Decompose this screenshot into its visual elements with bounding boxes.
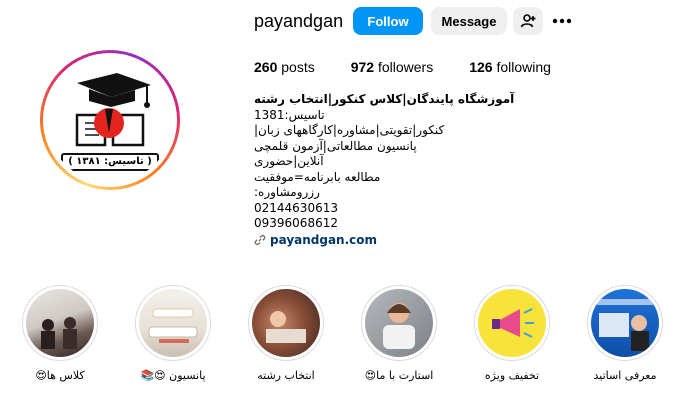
- highlight-cover: [478, 289, 546, 357]
- highlight-ring: [135, 285, 211, 361]
- bio-line: پانسیون مطالعاتی|آزمون قلمچی: [254, 138, 417, 153]
- highlight-label: تخفیف ویژه: [484, 369, 540, 382]
- followers-number: 972: [350, 59, 375, 75]
- posts-count: 260 posts: [254, 59, 315, 75]
- highlight-item[interactable]: تخفیف ویژه: [472, 285, 552, 382]
- student-photo-icon: [383, 303, 415, 349]
- highlight-ring: [587, 285, 663, 361]
- followers-label: followers: [377, 59, 434, 75]
- bio-website-link[interactable]: payandgan.com: [254, 233, 554, 249]
- highlight-label: استارت با ما😍: [364, 369, 434, 382]
- classroom-photo-icon: [41, 317, 77, 349]
- followers-count[interactable]: 972 followers: [351, 59, 434, 75]
- highlight-cover: [365, 289, 433, 357]
- highlight-ring: [22, 285, 98, 361]
- highlight-ring: [361, 285, 437, 361]
- bio-line: رزرومشاوره:: [254, 185, 320, 199]
- message-button[interactable]: Message: [431, 7, 507, 35]
- highlight-label: کلاس ها😍: [35, 369, 85, 382]
- highlight-item[interactable]: استارت با ما😍: [359, 285, 439, 382]
- bio-line: آنلاین|حضوری: [254, 154, 324, 168]
- profile-avatar: ( تاسیس: ۱۳۸۱ ): [47, 57, 173, 183]
- following-count[interactable]: 126 following: [469, 59, 551, 75]
- posts-number: 260: [254, 59, 278, 75]
- profile-avatar-frame: ( تاسیس: ۱۳۸۱ ): [43, 53, 177, 187]
- highlight-ring: [248, 285, 324, 361]
- add-person-icon: [520, 14, 536, 28]
- dorm-photo-icon: [148, 308, 198, 343]
- highlight-label: پانسیون 😍📚: [140, 369, 206, 382]
- highlight-ring: [474, 285, 550, 361]
- highlight-cover: [591, 289, 659, 357]
- suggest-users-button[interactable]: [513, 7, 543, 35]
- highlight-item[interactable]: انتخاب رشته: [246, 285, 326, 382]
- highlight-cover: [139, 289, 207, 357]
- story-highlights: کلاس ها😍 پانسیون 😍📚 انتخاب رشته استارت ب…: [0, 285, 700, 395]
- highlight-cover: [252, 289, 320, 357]
- profile-bio: آموزشگاه پایندگان|کلاس کنکور|انتخاب رشته…: [254, 92, 554, 248]
- highlight-label: معرفی اساتید: [593, 369, 657, 382]
- bio-phone: 02144630613: [254, 200, 338, 215]
- link-icon: [254, 235, 266, 246]
- profile-avatar-ring[interactable]: ( تاسیس: ۱۳۸۱ ): [40, 50, 180, 190]
- posts-label: posts: [281, 59, 315, 75]
- bio-line: مطالعه بابرنامه=موفقیت: [254, 169, 381, 184]
- follow-button[interactable]: Follow: [353, 7, 423, 35]
- highlight-item[interactable]: پانسیون 😍📚: [133, 285, 213, 382]
- bio-name: آموزشگاه پایندگان|کلاس کنکور|انتخاب رشته: [254, 92, 515, 106]
- bio-line: کنکور|تقویتی|مشاوره|کارگاههای زبان|: [254, 123, 445, 137]
- bio-line: تاسیس:1381: [254, 107, 325, 122]
- more-options-button[interactable]: [550, 9, 574, 33]
- teacher-poster-icon: [597, 299, 653, 351]
- highlight-label: انتخاب رشته: [257, 369, 315, 382]
- more-horizontal-icon: [552, 18, 572, 24]
- avatar-caption: ( تاسیس: ۱۳۸۱ ): [61, 153, 159, 171]
- following-number: 126: [469, 59, 493, 75]
- students-photo-icon: [266, 311, 306, 343]
- bio-phone: 09396068612: [254, 216, 338, 230]
- highlight-cover: [26, 289, 94, 357]
- bio-link-text: payandgan.com: [270, 232, 378, 247]
- profile-stats: 260 posts 972 followers 126 following: [254, 59, 587, 75]
- highlight-item[interactable]: معرفی اساتید: [585, 285, 665, 382]
- following-label: following: [496, 59, 551, 75]
- highlight-item[interactable]: کلاس ها😍: [20, 285, 100, 382]
- username: payandgan: [254, 11, 344, 31]
- megaphone-icon: [492, 308, 534, 338]
